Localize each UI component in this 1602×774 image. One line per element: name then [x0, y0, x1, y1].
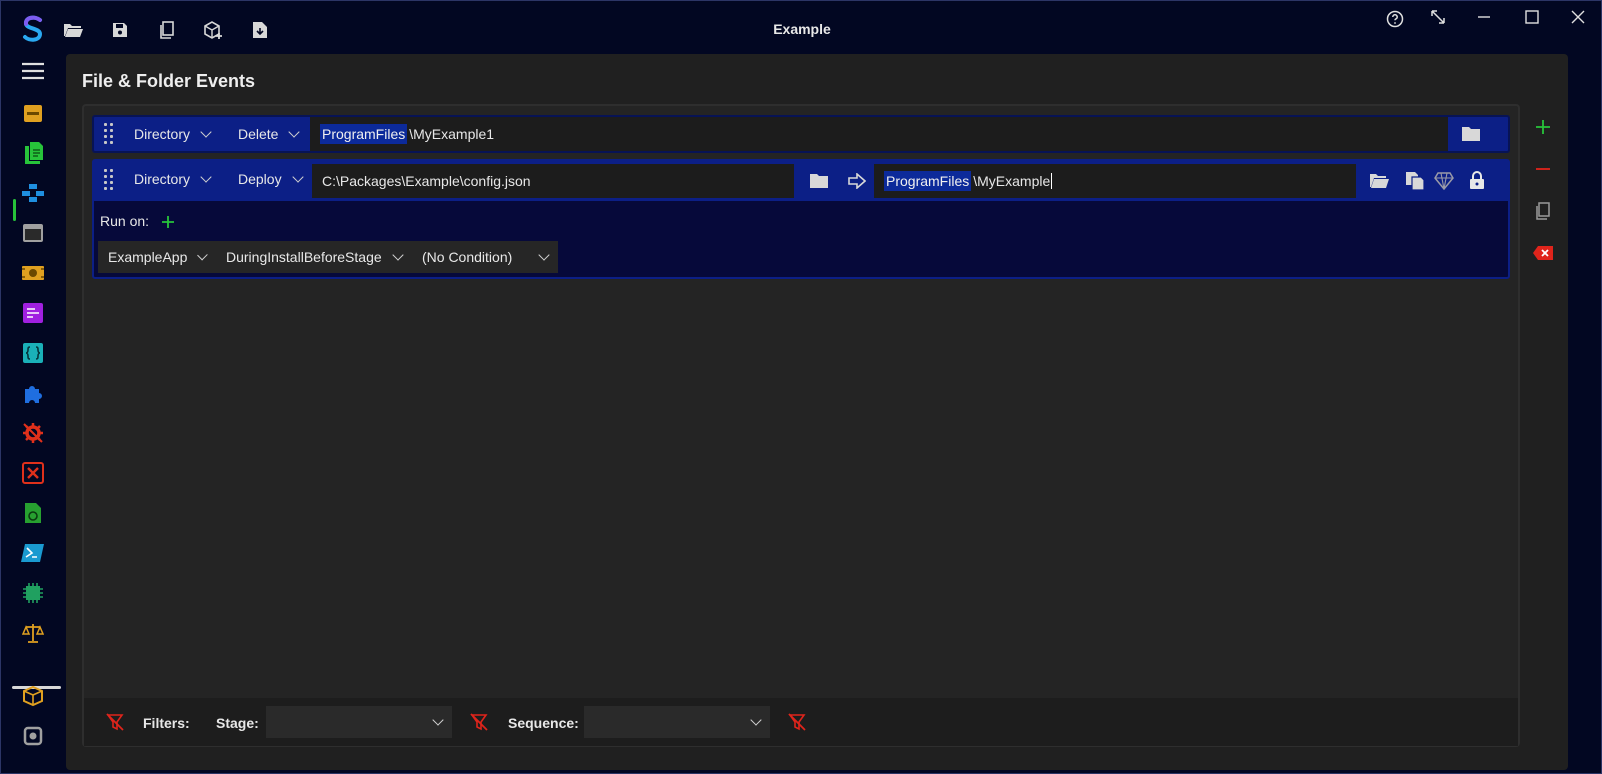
path-variable-chip[interactable]: ProgramFiles: [320, 124, 408, 144]
powershell-icon[interactable]: [21, 541, 45, 565]
active-indicator: [13, 199, 16, 221]
destination-path-input[interactable]: ProgramFiles \MyExample: [874, 164, 1356, 198]
action-dropdown-value: Deploy: [238, 171, 282, 187]
stage-filter-label: Stage:: [216, 715, 259, 731]
chevron-down-icon: [750, 713, 762, 726]
diamond-icon[interactable]: [1433, 170, 1455, 192]
page-title: File & Folder Events: [82, 71, 256, 91]
window-icon[interactable]: [21, 221, 45, 245]
stage-dropdown-value: DuringInstallBeforeStage: [226, 249, 382, 265]
file-script-icon[interactable]: [21, 501, 45, 525]
registry-icon[interactable]: [21, 301, 45, 325]
settings-gear-icon[interactable]: [21, 724, 45, 748]
event-row-deploy: Directory Deploy C:\Packages\Example\con…: [92, 159, 1510, 279]
drag-handle-icon[interactable]: [104, 123, 114, 145]
duplicate-event-icon[interactable]: [1531, 199, 1555, 223]
open-folder-icon[interactable]: [1368, 170, 1390, 192]
condition-dropdown[interactable]: (No Condition): [412, 241, 558, 273]
text-caret: [1051, 173, 1053, 189]
sequence-filter-select[interactable]: [584, 706, 770, 738]
title-bar: Example: [1, 1, 1602, 57]
stage-dropdown[interactable]: DuringInstallBeforeStage: [216, 241, 412, 273]
stage-filter-select[interactable]: [266, 706, 452, 738]
chevron-down-icon: [432, 713, 444, 726]
action-dropdown-value: Delete: [238, 126, 279, 142]
add-condition-icon[interactable]: [157, 211, 179, 233]
feature-dropdown-value: ExampleApp: [108, 249, 188, 265]
condition-dropdown-value: (No Condition): [422, 249, 513, 265]
services-gear-icon[interactable]: [21, 421, 45, 445]
feature-dropdown[interactable]: ExampleApp: [98, 241, 216, 273]
lock-icon[interactable]: [1466, 169, 1488, 191]
copy-files-icon[interactable]: [1404, 170, 1426, 192]
files-folders-icon[interactable]: [21, 141, 45, 165]
sequence-filter-label: Sequence:: [508, 715, 579, 731]
browse-source-folder-icon[interactable]: [808, 170, 830, 192]
drag-handle-icon[interactable]: [104, 169, 114, 191]
chevron-down-icon: [288, 125, 301, 138]
destination-path-suffix: \MyExample: [973, 173, 1051, 189]
condition-bar: ExampleApp DuringInstallBeforeStage (No …: [98, 241, 558, 273]
chevron-down-icon: [291, 170, 304, 183]
action-dropdown[interactable]: Delete: [238, 122, 301, 146]
extension-puzzle-icon[interactable]: [21, 381, 45, 405]
add-event-icon[interactable]: [1531, 115, 1555, 139]
sidebar: [1, 57, 65, 774]
close-icon[interactable]: [1566, 5, 1590, 29]
chevron-down-icon: [197, 249, 208, 260]
type-dropdown-value: Directory: [134, 171, 191, 187]
type-dropdown[interactable]: Directory: [134, 167, 212, 191]
minimize-icon[interactable]: [1472, 5, 1496, 29]
path-variable-chip[interactable]: ProgramFiles: [884, 171, 972, 191]
maximize-icon[interactable]: [1520, 5, 1544, 29]
source-path-value: C:\Packages\Example\config.json: [322, 173, 531, 189]
source-path-input[interactable]: C:\Packages\Example\config.json: [312, 164, 794, 198]
chip-icon[interactable]: [21, 581, 45, 605]
remove-window-icon[interactable]: [21, 461, 45, 485]
type-dropdown[interactable]: Directory: [134, 122, 212, 146]
expand-icon[interactable]: [1426, 5, 1450, 29]
filter-bar: Filters: Stage: Sequence:: [84, 698, 1518, 746]
action-dropdown[interactable]: Deploy: [238, 167, 304, 191]
type-dropdown-value: Directory: [134, 126, 191, 142]
remove-event-icon[interactable]: [1531, 157, 1555, 181]
chevron-down-icon: [538, 248, 550, 261]
event-row-delete: Directory Delete ProgramFiles \MyExample1: [92, 115, 1510, 153]
app-window: Example File & Folder Events Directory D…: [0, 0, 1602, 774]
delete-all-events-icon[interactable]: [1531, 241, 1555, 265]
run-on-label: Run on:: [100, 213, 150, 229]
window-title: Example: [773, 21, 831, 37]
product-details-icon[interactable]: [21, 101, 45, 125]
certificate-icon[interactable]: [21, 261, 45, 285]
hamburger-menu-icon[interactable]: [21, 59, 45, 83]
clear-stage-filter-icon[interactable]: [468, 711, 490, 733]
arrow-right-icon: [846, 170, 868, 192]
scales-icon[interactable]: [21, 621, 45, 645]
main-panel: File & Folder Events Directory Delete Pr…: [66, 54, 1568, 770]
package-build-icon[interactable]: [21, 684, 45, 708]
filters-label: Filters:: [143, 715, 190, 731]
chevron-down-icon: [391, 248, 404, 261]
help-icon[interactable]: [1383, 7, 1407, 31]
event-row-header: Directory Deploy C:\Packages\Example\con…: [94, 161, 1508, 201]
clear-sequence-filter-icon[interactable]: [786, 711, 808, 733]
events-list: Directory Delete ProgramFiles \MyExample1: [82, 104, 1520, 747]
browse-folder-icon[interactable]: [1460, 123, 1482, 145]
target-path-input[interactable]: ProgramFiles \MyExample1: [310, 117, 1448, 151]
script-braces-icon[interactable]: [21, 341, 45, 365]
target-path-suffix: \MyExample1: [409, 126, 495, 142]
clear-filters-icon[interactable]: [104, 711, 126, 733]
chevron-down-icon: [200, 125, 212, 138]
organization-icon[interactable]: [21, 181, 45, 205]
chevron-down-icon: [200, 170, 212, 183]
